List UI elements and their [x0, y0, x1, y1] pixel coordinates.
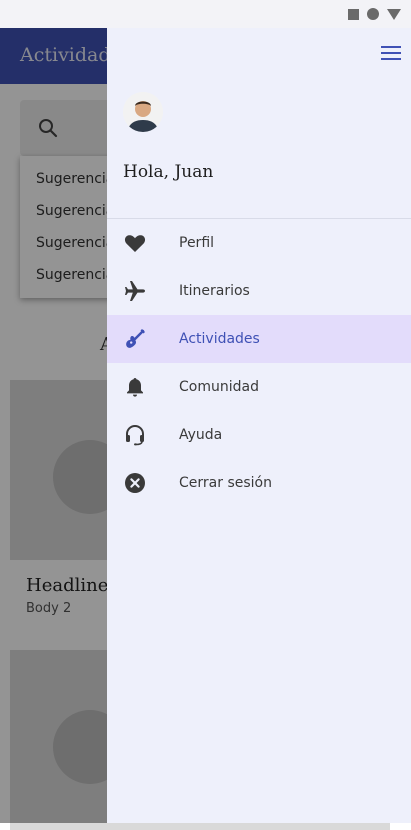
status-bar [0, 0, 411, 28]
close-circle-icon [125, 473, 145, 493]
drawer-menu: Perfil Itinerarios Actividades Comunidad [107, 219, 411, 507]
square-icon [348, 8, 359, 20]
nav-item-label: Ayuda [179, 427, 223, 443]
nav-item-label: Perfil [179, 235, 215, 251]
user-avatar-icon [123, 92, 163, 132]
circle-icon [367, 8, 379, 20]
nav-item-label: Comunidad [179, 379, 259, 395]
nav-item-label: Itinerarios [179, 283, 250, 299]
hamburger-icon[interactable] [381, 46, 401, 62]
headset-icon [126, 424, 144, 446]
status-icons [348, 8, 401, 20]
avatar[interactable] [123, 92, 163, 132]
navigation-drawer: Hola, Juan Perfil Itinerarios Actividade… [107, 28, 411, 823]
guitar-icon [126, 329, 145, 348]
nav-item-itinerarios[interactable]: Itinerarios [107, 267, 411, 315]
nav-item-cerrar-sesion[interactable]: Cerrar sesión [107, 459, 411, 507]
nav-item-label: Cerrar sesión [179, 475, 272, 491]
heart-icon [124, 235, 146, 252]
nav-item-perfil[interactable]: Perfil [107, 219, 411, 267]
airplane-icon [125, 281, 145, 301]
nav-item-ayuda[interactable]: Ayuda [107, 411, 411, 459]
nav-item-label: Actividades [179, 331, 260, 347]
bell-icon [127, 378, 143, 397]
greeting: Hola, Juan [123, 162, 214, 182]
nav-item-actividades[interactable]: Actividades [107, 315, 411, 363]
nav-item-comunidad[interactable]: Comunidad [107, 363, 411, 411]
triangle-icon [387, 8, 401, 20]
